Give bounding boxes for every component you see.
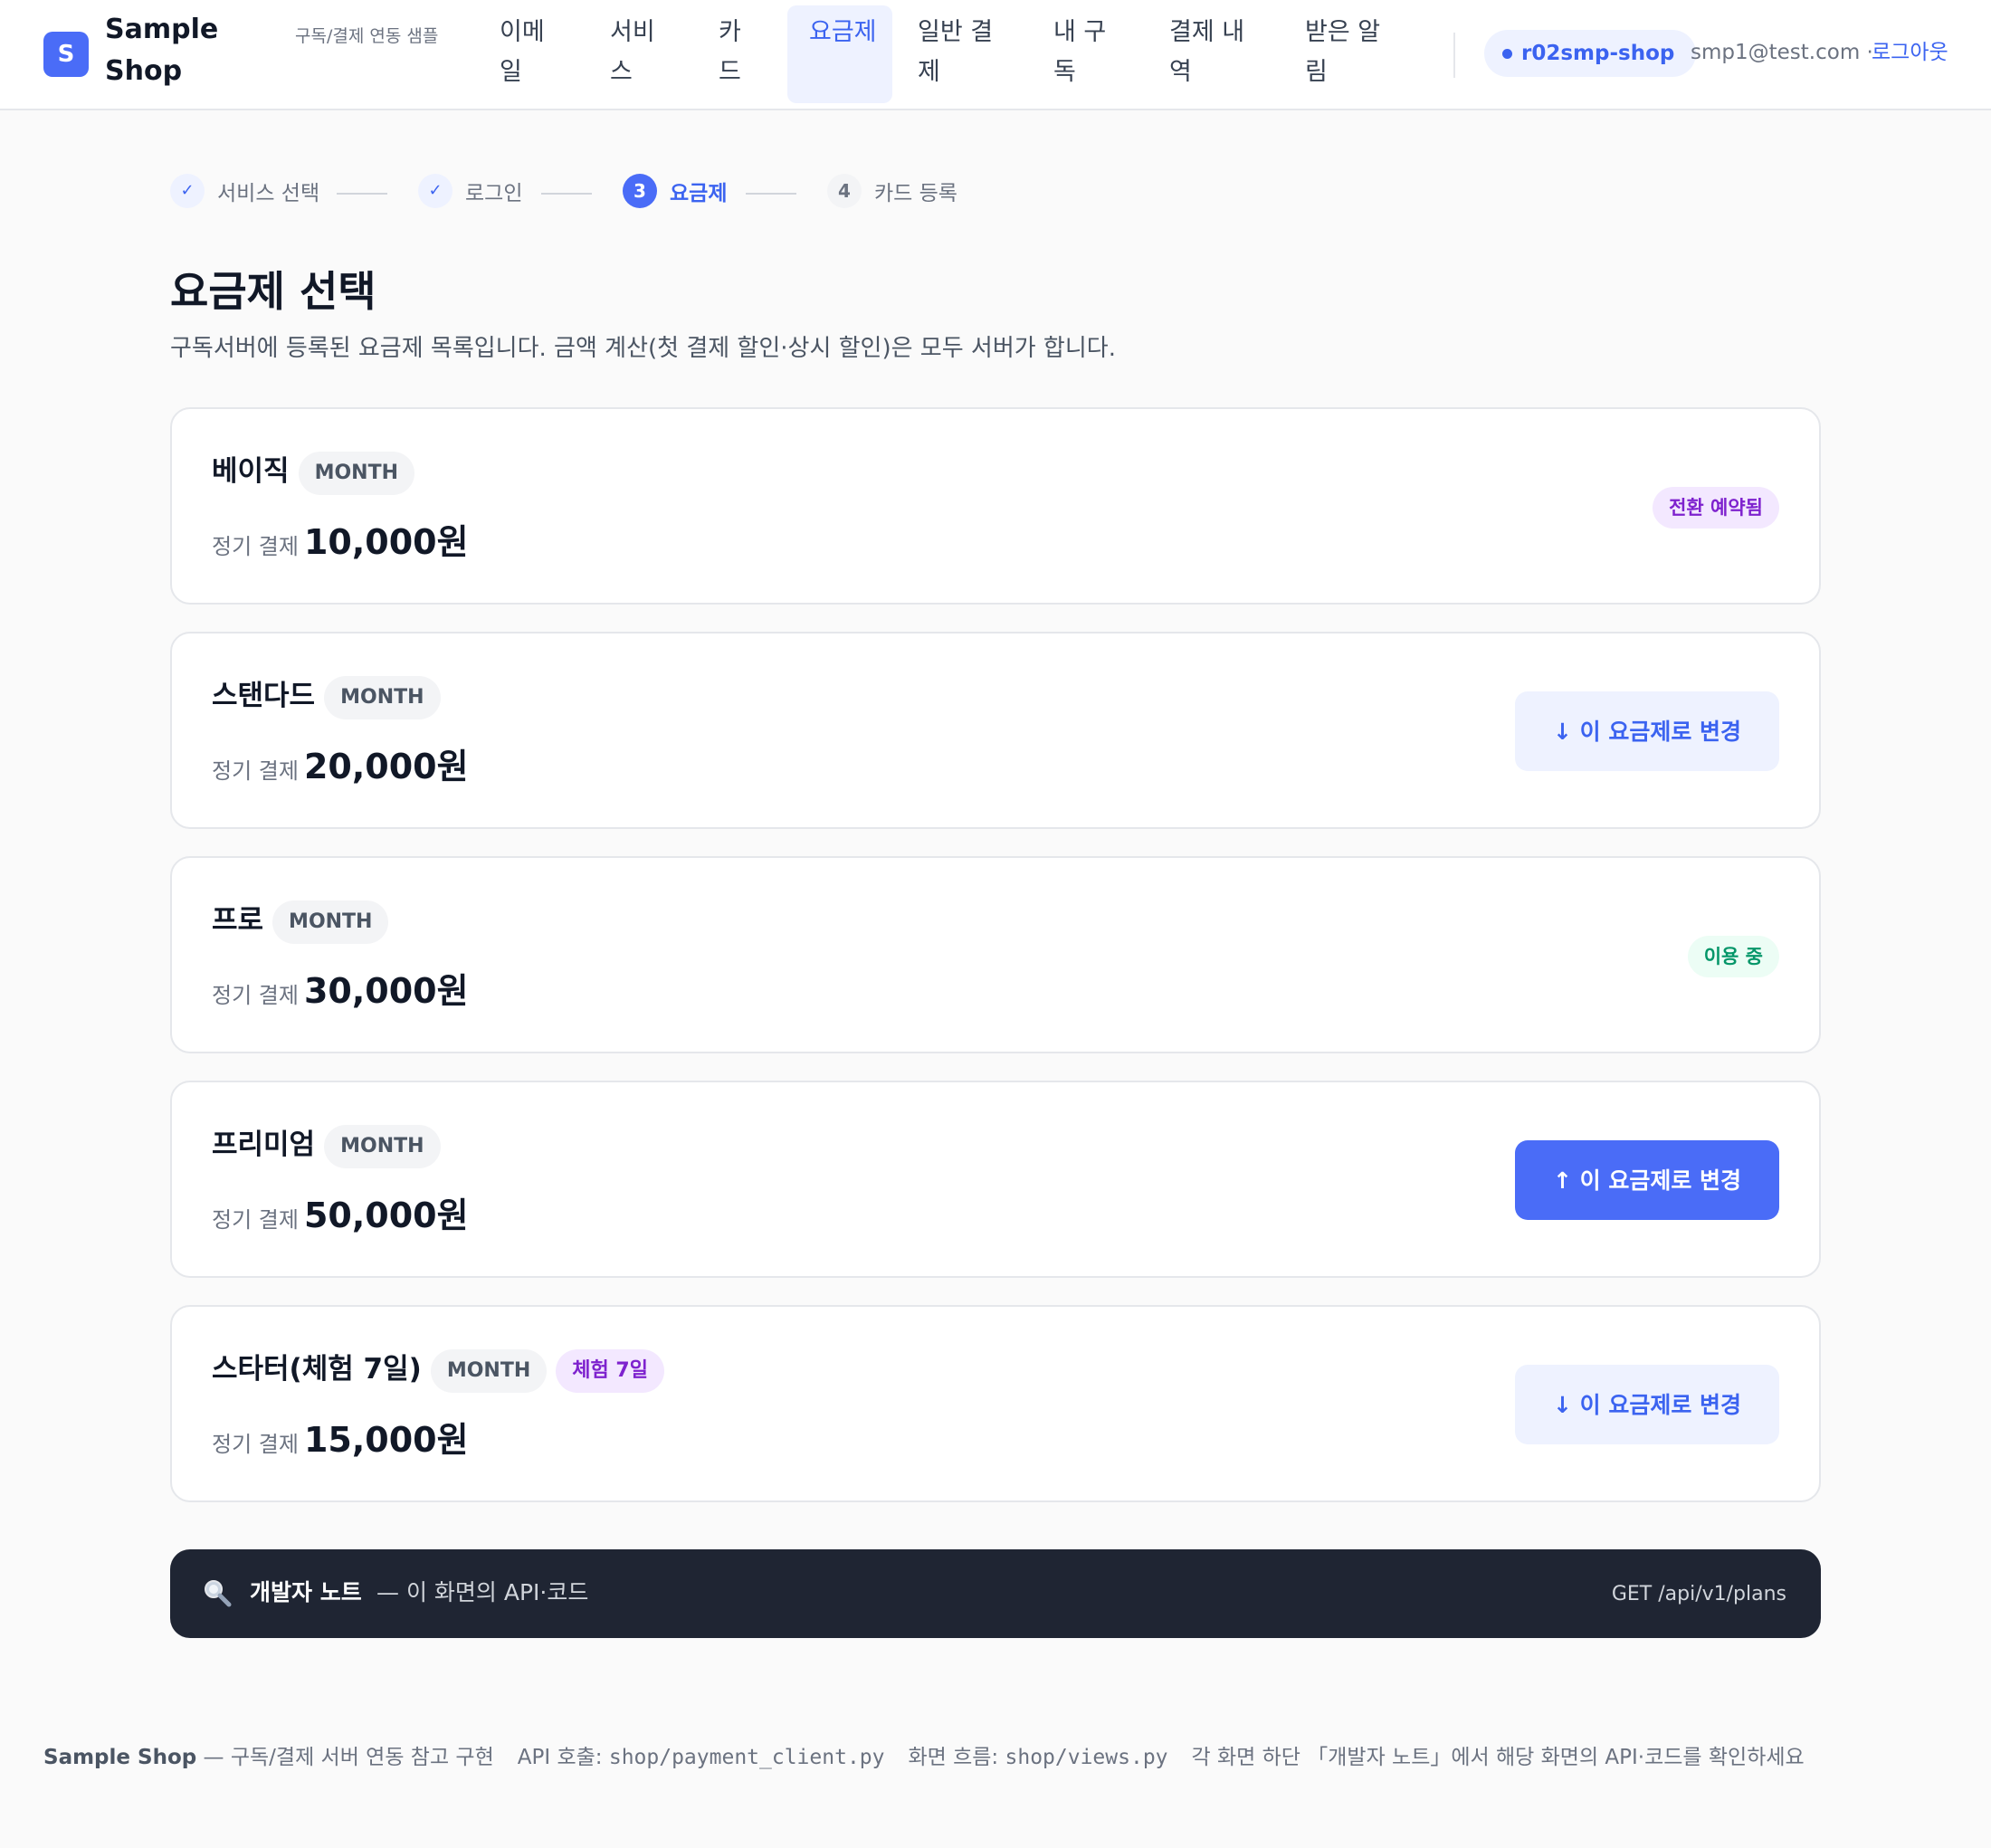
footer-flow-label: 화면 흐름:: [908, 1746, 1005, 1769]
app-logo[interactable]: S: [43, 32, 89, 77]
step-card-register[interactable]: 4 카드 등록: [827, 174, 957, 210]
plan-price: 20,000원: [303, 747, 469, 786]
step-label: 요금제: [670, 182, 728, 205]
plan-price: 30,000원: [303, 971, 469, 1011]
footer: Sample Shop — 구독/결제 서버 연동 참고 구현 API 호출: s…: [43, 1741, 1962, 1774]
change-plan-button[interactable]: ↑ 이 요금제로 변경: [1515, 1140, 1779, 1220]
nav-plans[interactable]: 요금제: [787, 5, 892, 103]
logout-link[interactable]: 로그아웃: [1872, 36, 1948, 69]
period-badge: MONTH: [298, 451, 414, 495]
price-row: 정기 결제 50,000원: [212, 1187, 469, 1237]
shop-id-badge[interactable]: r02smp-shop: [1484, 30, 1697, 77]
nav-notifications[interactable]: 받은 알림: [1294, 5, 1401, 103]
price-label: 정기 결제: [212, 1207, 299, 1233]
plan-price: 15,000원: [303, 1420, 469, 1460]
shop-id-text: r02smp-shop: [1521, 42, 1675, 65]
price-label: 정기 결제: [212, 758, 299, 784]
magnifier-icon: [205, 1580, 232, 1607]
price-row: 정기 결제 30,000원: [212, 963, 469, 1013]
price-label: 정기 결제: [212, 1432, 299, 1457]
plan-card-standard: 스탠다드 MONTH 정기 결제 20,000원 ↓ 이 요금제로 변경: [170, 632, 1821, 829]
plan-price: 50,000원: [303, 1195, 469, 1235]
footer-brand: Sample Shop: [43, 1746, 197, 1769]
trial-badge: 체험 7일: [556, 1348, 664, 1393]
plan-title-row: 스탠다드 MONTH: [212, 673, 441, 719]
period-badge: MONTH: [430, 1348, 548, 1393]
plan-card-pro: 프로 MONTH 정기 결제 30,000원 이용 중: [170, 856, 1821, 1053]
footer-tagline: — 구독/결제 서버 연동 참고 구현: [196, 1746, 494, 1769]
nav-payment-history[interactable]: 결제 내역: [1158, 5, 1265, 103]
step-login[interactable]: ✓ 로그인: [418, 174, 522, 210]
brand-name-line1: Sample: [105, 14, 219, 45]
change-plan-button[interactable]: ↓ 이 요금제로 변경: [1515, 691, 1779, 771]
plan-title-row: 스타터(체험 7일) MONTH 체험 7일: [212, 1347, 664, 1393]
step-connector: [746, 193, 796, 195]
nav-service[interactable]: 서비스: [599, 5, 675, 103]
nav-card[interactable]: 카드: [708, 5, 758, 103]
user-email: smp1@test.com ·: [1691, 41, 1873, 64]
plan-name: 스탠다드: [212, 680, 316, 712]
period-badge: MONTH: [272, 900, 389, 944]
step-number: 3: [623, 174, 657, 208]
dev-note-subtitle: — 이 화면의 API·코드: [376, 1579, 589, 1605]
plan-title-row: 프로 MONTH: [212, 898, 389, 944]
change-plan-button[interactable]: ↓ 이 요금제로 변경: [1515, 1365, 1779, 1444]
status-badge-active: 이용 중: [1687, 936, 1779, 977]
check-icon: ✓: [418, 174, 452, 208]
shop-status-dot: [1502, 49, 1512, 59]
brand-subtitle: 구독/결제 연동 샘플: [295, 26, 439, 46]
footer-flow: 화면 흐름: shop/views.py: [908, 1746, 1167, 1769]
nav-email[interactable]: 이메일: [489, 5, 565, 103]
footer-api-file: shop/payment_client.py: [608, 1746, 885, 1769]
plan-card-premium: 프리미엄 MONTH 정기 결제 50,000원 ↑ 이 요금제로 변경: [170, 1081, 1821, 1278]
plan-name: 베이직: [212, 455, 290, 488]
developer-note-toggle[interactable]: 개발자 노트 — 이 화면의 API·코드 GET /api/v1/plans: [170, 1549, 1821, 1638]
nav-divider: [1453, 33, 1455, 78]
step-plan[interactable]: 3 요금제: [623, 174, 727, 210]
status-badge-reserved: 전환 예약됨: [1653, 487, 1779, 529]
step-connector: [541, 193, 592, 195]
step-connector: [337, 193, 387, 195]
nav-general-payment[interactable]: 일반 결제: [907, 5, 1014, 103]
step-number: 4: [827, 174, 862, 208]
plan-price: 10,000원: [303, 522, 469, 562]
price-label: 정기 결제: [212, 983, 299, 1008]
period-badge: MONTH: [324, 1124, 441, 1168]
check-icon: ✓: [170, 174, 205, 208]
page-description: 구독서버에 등록된 요금제 목록입니다. 금액 계산(첫 결제 할인·상시 할인…: [170, 335, 1116, 362]
top-navigation-bar: S Sample Shop 구독/결제 연동 샘플 이메일 서비스 카드 요금제…: [0, 0, 1991, 110]
plan-card-basic: 베이직 MONTH 정기 결제 10,000원 전환 예약됨: [170, 407, 1821, 605]
plan-name: 프리미엄: [212, 1129, 316, 1161]
step-label: 로그인: [465, 182, 523, 205]
footer-api: API 호출: shop/payment_client.py: [518, 1746, 885, 1769]
step-service-select[interactable]: ✓ 서비스 선택: [170, 174, 319, 210]
plan-card-starter-trial: 스타터(체험 7일) MONTH 체험 7일 정기 결제 15,000원 ↓ 이 요금…: [170, 1305, 1821, 1502]
plan-title-row: 베이직 MONTH: [212, 449, 414, 495]
plan-title-row: 프리미엄 MONTH: [212, 1122, 441, 1168]
footer-brand-group: Sample Shop — 구독/결제 서버 연동 참고 구현: [43, 1746, 494, 1769]
price-label: 정기 결제: [212, 534, 299, 559]
price-row: 정기 결제 20,000원: [212, 738, 469, 788]
nav-my-subscription[interactable]: 내 구독: [1043, 5, 1124, 103]
step-label: 카드 등록: [874, 182, 957, 205]
period-badge: MONTH: [324, 675, 441, 719]
price-row: 정기 결제 15,000원: [212, 1412, 469, 1462]
footer-flow-file: shop/views.py: [1005, 1746, 1168, 1769]
footer-api-label: API 호출:: [517, 1746, 609, 1769]
footer-hint: 각 화면 하단 「개발자 노트」에서 해당 화면의 API·코드를 확인하세요: [1191, 1746, 1805, 1769]
page-title: 요금제 선택: [170, 267, 376, 316]
dev-note-endpoint: GET /api/v1/plans: [1611, 1583, 1786, 1605]
plan-name: 프로: [212, 904, 264, 937]
price-row: 정기 결제 10,000원: [212, 514, 469, 564]
dev-note-title: 개발자 노트: [250, 1579, 362, 1605]
step-label: 서비스 선택: [217, 182, 320, 205]
brand-name[interactable]: Sample Shop: [105, 9, 241, 92]
plan-name: 스타터(체험 7일): [212, 1353, 422, 1386]
brand-name-line2: Shop: [105, 55, 183, 87]
